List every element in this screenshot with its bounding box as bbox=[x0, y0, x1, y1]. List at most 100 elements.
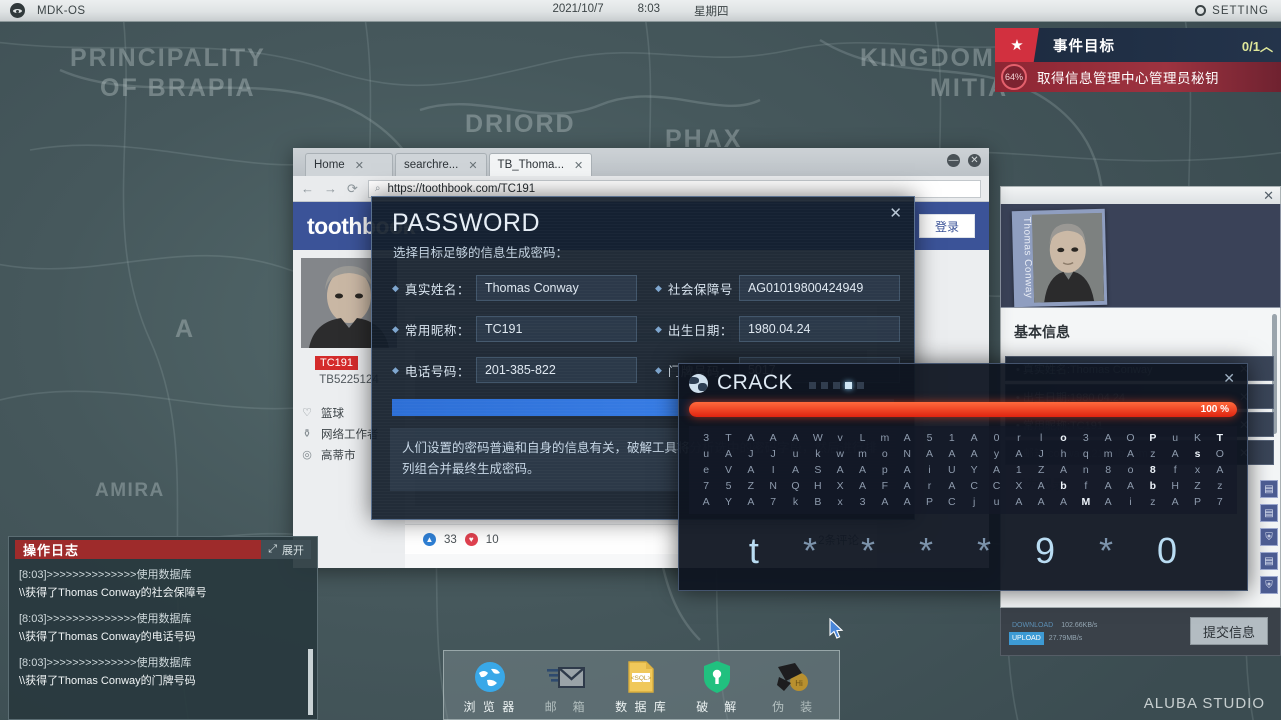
matrix-cell: o bbox=[1052, 430, 1074, 446]
submit-info-button[interactable]: 提交信息 bbox=[1190, 617, 1268, 645]
field-value[interactable]: 201-385-822 bbox=[476, 357, 637, 383]
taskbar-label: 浏 览 器 bbox=[459, 698, 521, 715]
download-label: DOWNLOAD bbox=[1009, 619, 1056, 632]
matrix-cell: 8 bbox=[1097, 462, 1119, 478]
taskbar-item-disguise[interactable]: Hi 伪 装 bbox=[762, 656, 824, 715]
close-icon[interactable]: ✕ bbox=[889, 204, 902, 222]
close-icon[interactable]: ✕ bbox=[1223, 370, 1235, 387]
crack-title: CRACK bbox=[717, 371, 793, 395]
matrix-cell: 3 bbox=[695, 430, 717, 446]
field-label: 真实姓名： bbox=[405, 279, 470, 298]
taskbar-item-browser[interactable]: 浏 览 器 bbox=[459, 656, 521, 715]
document-icon[interactable]: ▤ bbox=[1260, 480, 1278, 498]
matrix-cell: A bbox=[1164, 446, 1186, 462]
matrix-cell: i bbox=[1119, 494, 1141, 510]
matrix-cell: B bbox=[807, 494, 829, 510]
field-phone[interactable]: ◆ 电话号码： 201-385-822 bbox=[392, 357, 637, 383]
matrix-cell: 7 bbox=[762, 494, 784, 510]
document-icon[interactable]: ▤ bbox=[1260, 552, 1278, 570]
thumbs-up-icon[interactable]: ▲ bbox=[423, 533, 436, 546]
tab-searchre[interactable]: searchre... ✕ bbox=[395, 153, 487, 176]
matrix-cell: Z bbox=[1186, 478, 1208, 494]
svg-text:Hi: Hi bbox=[795, 679, 803, 688]
matrix-cell: o bbox=[874, 446, 896, 462]
work-icon: ⚱ bbox=[301, 427, 313, 440]
settings-button[interactable]: SETTING bbox=[1195, 5, 1269, 17]
objective-task-text: 取得信息管理中心管理员秘钥 bbox=[1037, 67, 1219, 87]
matrix-cell: W bbox=[807, 430, 829, 446]
forward-icon[interactable]: → bbox=[324, 181, 337, 196]
field-label: 社会保障号 bbox=[668, 279, 733, 298]
close-icon[interactable]: ✕ bbox=[355, 159, 364, 172]
log-time: [8:03]>>>>>>>>>>>>>>使用数据库 bbox=[19, 611, 307, 629]
globe-icon bbox=[689, 374, 708, 393]
matrix-cell: 1 bbox=[941, 430, 963, 446]
taskbar-item-mail[interactable]: 邮 箱 bbox=[535, 656, 597, 715]
window-controls: — ✕ bbox=[947, 154, 981, 167]
matrix-cell: 0 bbox=[985, 430, 1007, 446]
field-nickname[interactable]: ◆ 常用昵称： TC191 bbox=[392, 316, 637, 342]
log-result: \\获得了Thomas Conway的门牌号码 bbox=[19, 673, 307, 691]
status-dot-active bbox=[845, 382, 852, 389]
objective-progress-badge: 64% bbox=[1001, 64, 1027, 90]
status-dot bbox=[857, 382, 864, 389]
avatar bbox=[1032, 213, 1104, 303]
document-icon[interactable]: ▤ bbox=[1260, 504, 1278, 522]
field-value[interactable]: 1980.04.24 bbox=[739, 316, 900, 342]
objective-task-row[interactable]: 64% 取得信息管理中心管理员秘钥 bbox=[995, 62, 1281, 92]
close-icon[interactable]: ✕ bbox=[574, 159, 583, 172]
matrix-cell: Z bbox=[740, 478, 762, 494]
matrix-cell: h bbox=[1052, 446, 1074, 462]
matrix-cell: n bbox=[1075, 462, 1097, 478]
matrix-cell: r bbox=[1008, 430, 1030, 446]
taskbar-label: 破 解 bbox=[686, 698, 748, 715]
matrix-cell: b bbox=[1142, 478, 1164, 494]
screen: PRINCIPALITY OF BRAPIA DRIORD PHAX KINGD… bbox=[0, 0, 1281, 720]
taskbar-item-database[interactable]: <SQL> 数 据 库 bbox=[610, 656, 672, 715]
matrix-cell: A bbox=[1119, 446, 1141, 462]
field-value[interactable]: Thomas Conway bbox=[476, 275, 637, 301]
shield-icon[interactable]: ⛨ bbox=[1260, 528, 1278, 546]
tab-home[interactable]: Home ✕ bbox=[305, 153, 393, 176]
field-value[interactable]: TC191 bbox=[476, 316, 637, 342]
matrix-cell: A bbox=[1008, 494, 1030, 510]
shield-icon[interactable]: ⛨ bbox=[1260, 576, 1278, 594]
field-value[interactable]: AG01019800424949 bbox=[739, 275, 900, 301]
matrix-cell: C bbox=[985, 478, 1007, 494]
field-birthdate[interactable]: ◆ 出生日期： 1980.04.24 bbox=[655, 316, 900, 342]
matrix-cell: H bbox=[807, 478, 829, 494]
reload-icon[interactable]: ⟳ bbox=[347, 181, 358, 197]
field-real-name[interactable]: ◆ 真实姓名： Thomas Conway bbox=[392, 275, 637, 301]
password-char-masked: * bbox=[861, 533, 875, 569]
field-ssn[interactable]: ◆ 社会保障号 AG01019800424949 bbox=[655, 275, 900, 301]
scrollbar-thumb[interactable] bbox=[308, 649, 313, 715]
matrix-cell: P bbox=[1186, 494, 1208, 510]
close-icon[interactable]: ✕ bbox=[1263, 188, 1274, 204]
objective-count: 0/1︿ bbox=[1242, 36, 1273, 55]
minimize-button[interactable]: — bbox=[947, 154, 960, 167]
taskbar-item-crack[interactable]: 破 解 bbox=[686, 656, 748, 715]
password-char: t bbox=[749, 533, 759, 569]
matrix-cell: Z bbox=[1030, 462, 1052, 478]
database-sql-icon: <SQL> bbox=[610, 656, 672, 698]
close-button[interactable]: ✕ bbox=[968, 154, 981, 167]
operation-log-panel: 操作日志 ⤢ 展开 [8:03]>>>>>>>>>>>>>>使用数据库 \\获得… bbox=[8, 536, 318, 720]
character-matrix: 3TAAAWvLmA51A0rlo3AOPuKTuAJJukwmoNAAAyAJ… bbox=[689, 426, 1237, 514]
matrix-cell: A bbox=[1052, 462, 1074, 478]
back-icon[interactable]: ← bbox=[301, 181, 314, 196]
matrix-cell: A bbox=[1097, 494, 1119, 510]
settings-label: SETTING bbox=[1212, 5, 1269, 17]
matrix-cell: A bbox=[1097, 430, 1119, 446]
objective-header[interactable]: ★ 事件目标 0/1︿ bbox=[995, 28, 1281, 62]
matrix-cell: y bbox=[985, 446, 1007, 462]
heart-icon[interactable]: ♥ bbox=[465, 533, 478, 546]
location-icon: ◎ bbox=[301, 448, 313, 461]
matrix-cell: S bbox=[807, 462, 829, 478]
login-button[interactable]: 登录 bbox=[919, 214, 975, 238]
url-input[interactable]: ⌕ https://toothbook.com/TC191 bbox=[368, 180, 981, 198]
taskbar-label: 数 据 库 bbox=[610, 698, 672, 715]
tab-tb-thomas[interactable]: TB_Thoma... ✕ bbox=[489, 153, 593, 176]
expand-button[interactable]: ⤢ 展开 bbox=[261, 540, 311, 559]
tab-label: Home bbox=[314, 159, 345, 171]
close-icon[interactable]: ✕ bbox=[468, 159, 477, 172]
